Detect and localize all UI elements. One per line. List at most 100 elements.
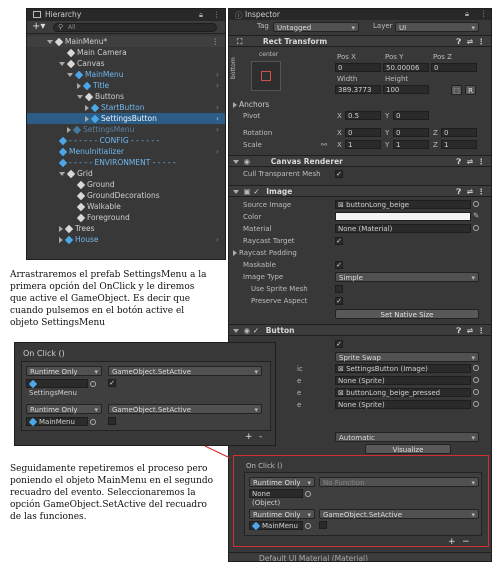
scale-link-icon[interactable]: ⚯ (321, 140, 327, 149)
chevron-right-icon[interactable]: › (216, 146, 219, 157)
help-icon[interactable]: ❓︎ (456, 36, 461, 47)
help-icon[interactable]: ❓︎ (456, 325, 461, 336)
preserve-aspect-checkbox[interactable]: ✓ (335, 297, 343, 305)
setactive-checkbox-2[interactable] (319, 521, 327, 529)
object-picker-icon[interactable] (473, 223, 479, 232)
collapse-arrow-icon[interactable] (77, 83, 81, 89)
tree-item-canvas[interactable]: Canvas (27, 58, 225, 69)
tree-item-grounddecorations[interactable]: GroundDecorations (27, 190, 225, 201)
tree-item-trees[interactable]: Trees (27, 223, 225, 234)
overlay-remove-event-button[interactable]: - (259, 432, 262, 442)
maskable-checkbox[interactable]: ✓ (335, 261, 343, 269)
collapse-arrow-icon[interactable] (85, 105, 89, 111)
navigation-dropdown[interactable]: Automatic (335, 432, 479, 443)
add-event-button[interactable]: + (448, 537, 456, 547)
object-picker-icon[interactable] (305, 489, 311, 498)
rect-transform-header[interactable]: ⛶ Rect Transform ❓︎ ⇌ ⋮ (229, 35, 491, 47)
pivot-y-field[interactable]: 0 (393, 111, 429, 120)
tree-item-scene[interactable]: MainMenu* ⋮ (27, 36, 225, 47)
rot-x-field[interactable]: 0 (345, 128, 381, 137)
component-menu-icon[interactable]: ⋮ (478, 325, 486, 336)
collapse-arrow-icon[interactable] (59, 237, 63, 243)
expand-arrow-icon[interactable] (47, 40, 53, 44)
settings-sliders-icon[interactable]: ⇌ (467, 156, 473, 167)
hierarchy-search-field[interactable]: ⚲ All (53, 23, 217, 32)
tree-item-grid[interactable]: Grid (27, 168, 225, 179)
pivot-x-field[interactable]: 0.5 (345, 111, 381, 120)
collapse-arrow-icon[interactable] (59, 226, 63, 232)
tree-item-house[interactable]: House › (27, 234, 225, 245)
collapse-arrow-icon[interactable] (233, 102, 237, 108)
height-field[interactable]: 100 (383, 85, 429, 94)
lock-icon[interactable]: 🔒︎ (199, 10, 203, 20)
menu-kebab-icon[interactable]: ⋮ (480, 9, 488, 18)
pos-z-field[interactable]: 0 (431, 63, 477, 72)
tree-item-settingsmenu[interactable]: SettingsMenu › (27, 124, 225, 135)
expand-arrow-icon[interactable] (77, 95, 83, 99)
object-picker-icon[interactable] (305, 521, 311, 530)
help-icon[interactable]: ❓︎ (456, 156, 461, 167)
help-icon[interactable]: ❓︎ (456, 186, 461, 197)
overlay-object-field-1[interactable]: SettingsMenu (26, 379, 88, 397)
expand-arrow-icon[interactable] (233, 190, 239, 194)
object-picker-icon[interactable] (473, 387, 479, 396)
raycast-padding-row[interactable]: Raycast Padding (229, 248, 491, 259)
expand-arrow-icon[interactable] (233, 329, 239, 333)
collapse-arrow-icon[interactable] (233, 250, 237, 256)
tree-item-walkable[interactable]: Walkable (27, 201, 225, 212)
hierarchy-title[interactable]: Hierarchy (45, 10, 81, 20)
chevron-right-icon[interactable]: › (216, 102, 219, 113)
component-menu-icon[interactable]: ⋮ (478, 36, 486, 47)
tree-item-ground[interactable]: Ground (27, 179, 225, 190)
cull-mesh-checkbox[interactable]: ✓ (335, 170, 343, 178)
object-field-2[interactable]: MainMenu (249, 521, 303, 531)
interactable-checkbox[interactable]: ✓ (335, 340, 343, 348)
visualize-button[interactable]: Visualize (365, 444, 451, 454)
scale-x-field[interactable]: 1 (345, 140, 381, 149)
function-dropdown-1[interactable]: No Function (319, 477, 479, 488)
tree-item-buttons[interactable]: Buttons (27, 91, 225, 102)
blueprint-button[interactable]: ⬚ (451, 85, 462, 95)
object-picker-icon[interactable] (90, 417, 96, 426)
rot-y-field[interactable]: 0 (393, 128, 429, 137)
object-picker-icon[interactable] (473, 199, 479, 208)
lock-icon[interactable]: 🔒︎ (465, 9, 469, 19)
settings-sliders-icon[interactable]: ⇌ (467, 325, 473, 336)
object-picker-icon[interactable] (90, 379, 96, 388)
source-image-field[interactable]: ⊠ buttonLong_beige (335, 200, 471, 209)
tree-item-menuinitializer[interactable]: MenuInitializer › (27, 146, 225, 157)
anchors-row[interactable]: Anchors (229, 99, 491, 110)
raw-edit-button[interactable]: R (465, 85, 476, 95)
component-menu-icon[interactable]: ⋮ (478, 186, 486, 197)
width-field[interactable]: 389.3773 (335, 85, 381, 94)
object-picker-icon[interactable] (473, 375, 479, 384)
overlay-setactive-checkbox-1[interactable]: ✓ (108, 379, 116, 387)
chevron-right-icon[interactable]: › (216, 80, 219, 91)
rot-z-field[interactable]: 0 (441, 128, 477, 137)
inspector-title[interactable]: Inspector (245, 9, 280, 20)
overlay-runtime-dropdown-1[interactable]: Runtime Only (26, 366, 102, 377)
transition-dropdown[interactable]: Sprite Swap (335, 352, 479, 363)
overlay-runtime-dropdown-2[interactable]: Runtime Only (26, 404, 102, 415)
settings-sliders-icon[interactable]: ⇌ (467, 36, 473, 47)
scale-z-field[interactable]: 1 (441, 140, 477, 149)
remove-event-button[interactable]: − (462, 537, 470, 547)
use-sprite-mesh-checkbox[interactable] (335, 285, 343, 293)
object-picker-icon[interactable] (473, 399, 479, 408)
raycast-target-checkbox[interactable]: ✓ (335, 237, 343, 245)
button-enabled-checkbox[interactable]: ✓ (253, 326, 259, 335)
highlighted-sprite-field[interactable]: None (Sprite) (335, 376, 471, 385)
overlay-add-event-button[interactable]: + (245, 432, 253, 442)
material-footer[interactable]: Default UI Material (Material) (229, 552, 491, 561)
component-menu-icon[interactable]: ⋮ (478, 156, 486, 167)
tree-item-settingsbutton[interactable]: SettingsButton › (27, 113, 225, 124)
set-native-size-button[interactable]: Set Native Size (335, 309, 479, 319)
tree-item-title[interactable]: Title › (27, 80, 225, 91)
tree-item-environment-separator[interactable]: - - - - - ENVIRONMENT - - - - - (27, 157, 225, 168)
overlay-function-dropdown-2[interactable]: GameObject.SetActive (108, 404, 262, 415)
pos-y-field[interactable]: 50.00006 (383, 63, 429, 72)
image-enabled-checkbox[interactable]: ✓ (253, 187, 259, 196)
tree-item-config-separator[interactable]: - - - - - - CONFIG - - - - - - (27, 135, 225, 146)
disabled-sprite-field[interactable]: None (Sprite) (335, 400, 471, 409)
expand-arrow-icon[interactable] (59, 172, 65, 176)
